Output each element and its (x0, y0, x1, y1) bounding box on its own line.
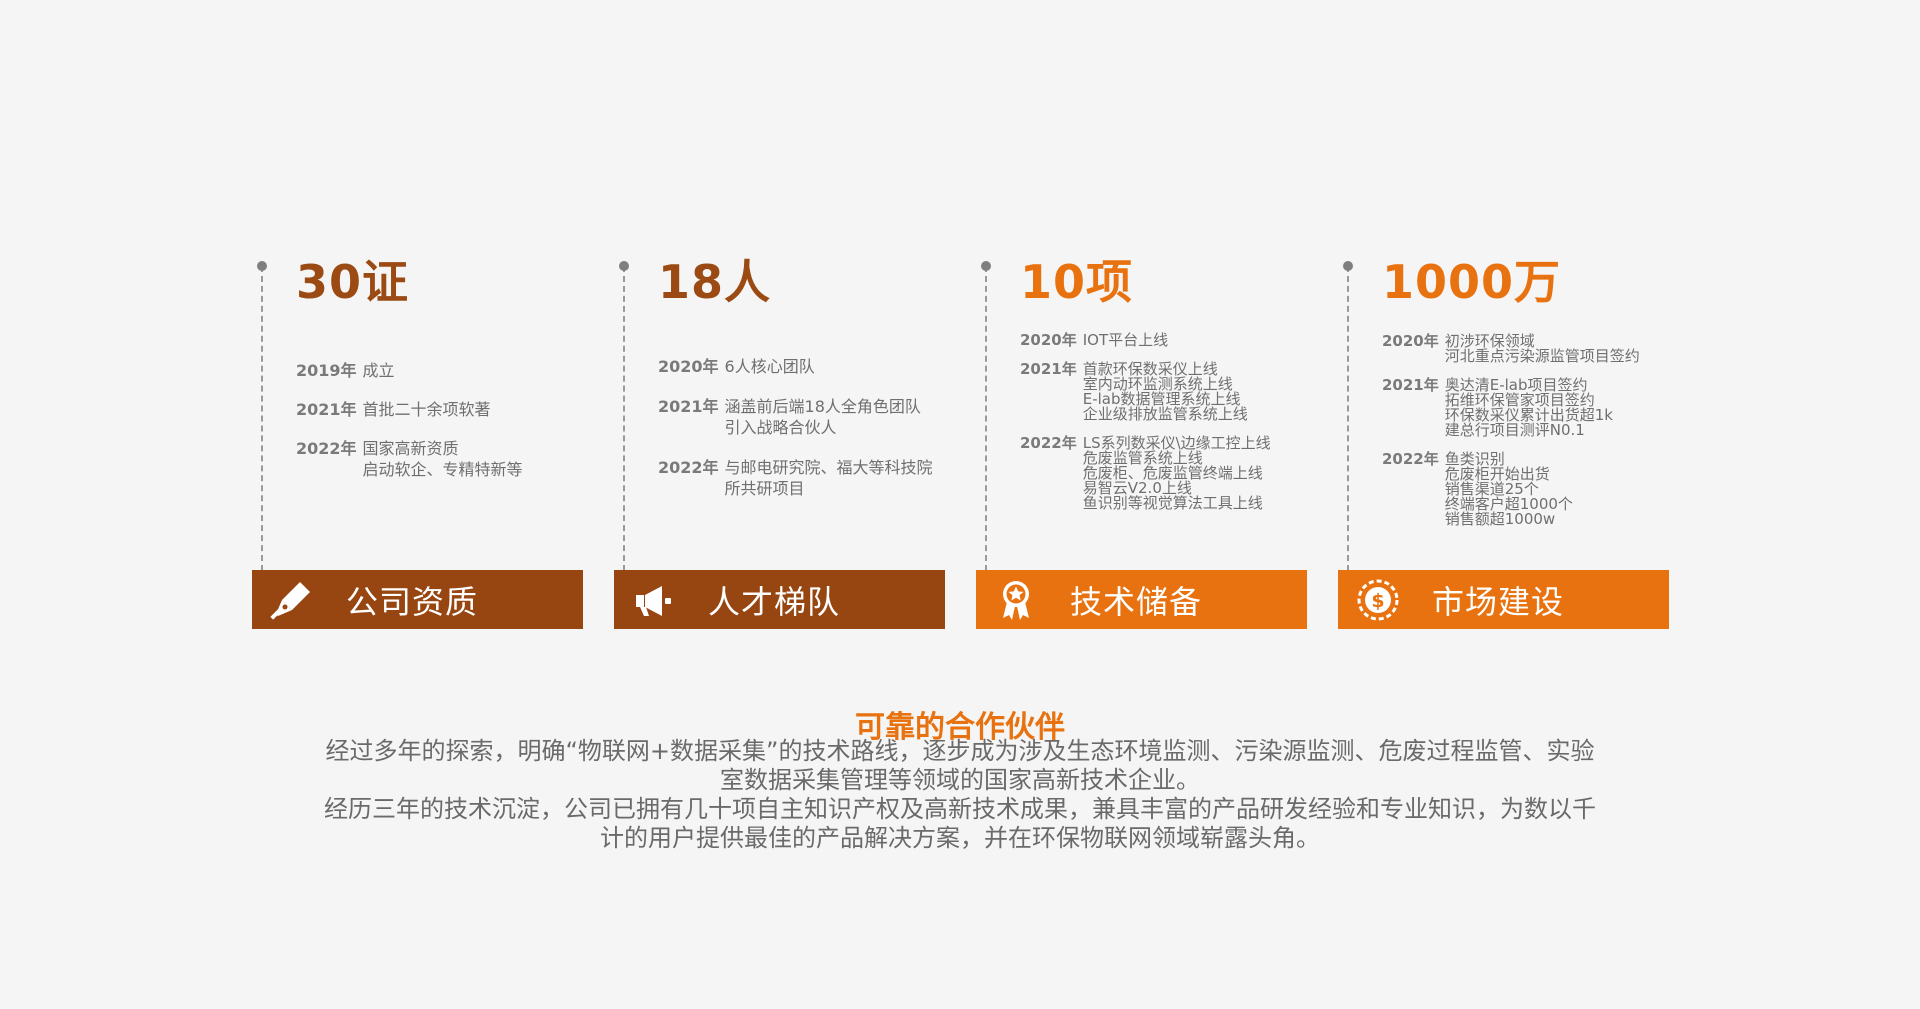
timeline-entries: 2020年 6人核心团队 2021年 涵盖前后端18人全角色团队 引入战略合伙人… (658, 356, 958, 499)
timeline-column-qualification: 30证 2019年 成立 2021年 首批二十余项软著 2022年 国家高新资质… (252, 256, 583, 629)
timeline-entry: 2022年 鱼类识别 危废柜开始出货 销售渠道25个 终端客户超1000个 销售… (1382, 452, 1682, 527)
entry-line: 引入战略合伙人 (724, 418, 837, 437)
timeline-dot (1343, 261, 1353, 271)
entry-line: 河北重点污染源监管项目签约 (1444, 347, 1640, 365)
entry-line: 建总行项目测评N0.1 (1444, 421, 1585, 439)
timeline-dot (619, 261, 629, 271)
entry-line: 所共研项目 (724, 479, 805, 498)
entry-year: 2020年 (658, 357, 719, 376)
award-ribbon-icon (992, 576, 1040, 624)
pen-nib-icon (268, 576, 316, 624)
entry-line: 启动软企、专精特新等 (362, 460, 523, 479)
category-band-qualification: 公司资质 (252, 570, 583, 629)
stat-value: 18人 (658, 255, 772, 309)
entry-line: 成立 (362, 361, 395, 380)
entry-year: 2021年 (1382, 376, 1439, 394)
entry-year: 2020年 (1020, 331, 1077, 349)
timeline-dashed-line (623, 266, 625, 571)
entry-line: 鱼识别等视觉算法工具上线 (1082, 494, 1263, 512)
entry-year: 2021年 (296, 400, 357, 419)
timeline-column-technology: 10项 2020年 IOT平台上线 2021年 首款环保数采仪上线 室内动环监测… (976, 256, 1307, 629)
timeline-entry: 2022年 与邮电研究院、福大等科技院 所共研项目 (658, 457, 958, 499)
band-label: 人才梯队 (708, 582, 841, 621)
stat-value: 10项 (1020, 255, 1134, 309)
entry-year: 2022年 (1020, 434, 1077, 452)
timeline-dot (257, 261, 267, 271)
timeline-entries: 2020年 初涉环保领域 河北重点污染源监管项目签约 2021年 奥达清E-la… (1382, 334, 1682, 527)
category-band-technology: 技术储备 (976, 570, 1307, 629)
entry-line: 国家高新资质 (362, 439, 459, 458)
entry-year: 2022年 (658, 458, 719, 477)
entry-line: 销售额超1000w (1444, 510, 1556, 528)
timeline-entry: 2022年 国家高新资质 启动软企、专精特新等 (296, 438, 596, 480)
entry-year: 2019年 (296, 361, 357, 380)
timeline-dashed-line (1347, 266, 1349, 571)
entry-line: 6人核心团队 (724, 357, 815, 376)
entry-year: 2021年 (1020, 360, 1077, 378)
timeline-column-talent: 18人 2020年 6人核心团队 2021年 涵盖前后端18人全角色团队 引入战… (614, 256, 945, 629)
timeline-entries: 2019年 成立 2021年 首批二十余项软著 2022年 国家高新资质 启动软… (296, 360, 596, 480)
entry-year: 2021年 (658, 397, 719, 416)
band-label: 市场建设 (1432, 582, 1565, 621)
timeline-entry: 2021年 涵盖前后端18人全角色团队 引入战略合伙人 (658, 396, 958, 438)
timeline-dot (981, 261, 991, 271)
timeline-entry: 2021年 奥达清E-lab项目签约 拓维环保管家项目签约 环保数采仪累计出货超… (1382, 378, 1682, 438)
paragraph-line: 室数据采集管理等领域的国家高新技术企业。 (720, 766, 1200, 794)
entry-line: 首批二十余项软著 (362, 400, 491, 419)
timeline-entry: 2021年 首批二十余项软著 (296, 399, 596, 420)
entry-line: 涵盖前后端18人全角色团队 (724, 397, 921, 416)
band-label: 公司资质 (346, 582, 479, 621)
entry-year: 2022年 (1382, 450, 1439, 468)
timeline-entry: 2021年 首款环保数采仪上线 室内动环监测系统上线 E-lab数据管理系统上线… (1020, 362, 1320, 422)
timeline-entry: 2020年 初涉环保领域 河北重点污染源监管项目签约 (1382, 334, 1682, 364)
entry-line: IOT平台上线 (1082, 331, 1169, 349)
timeline-dashed-line (261, 266, 263, 571)
entry-line: 与邮电研究院、福大等科技院 (724, 458, 933, 477)
category-band-market: $ 市场建设 (1338, 570, 1669, 629)
paragraph-line: 经过多年的探索，明确“物联网+数据采集”的技术路线，逐步成为涉及生态环境监测、污… (325, 737, 1595, 765)
timeline-entry: 2020年 6人核心团队 (658, 356, 958, 377)
paragraph-line: 计的用户提供最佳的产品解决方案，并在环保物联网领域崭露头角。 (600, 824, 1320, 852)
megaphone-icon (630, 576, 678, 624)
timeline-entry: 2022年 LS系列数采仪\边缘工控上线 危废监管系统上线 危废柜、危废监管终端… (1020, 436, 1320, 511)
paragraph-line: 经历三年的技术沉淀，公司已拥有几十项自主知识产权及高新技术成果，兼具丰富的产品研… (324, 795, 1596, 823)
category-band-talent: 人才梯队 (614, 570, 945, 629)
entry-year: 2020年 (1382, 332, 1439, 350)
stat-value: 1000万 (1382, 255, 1562, 309)
timeline-entries: 2020年 IOT平台上线 2021年 首款环保数采仪上线 室内动环监测系统上线… (1020, 333, 1320, 511)
timeline-entry: 2019年 成立 (296, 360, 596, 381)
section-paragraph: 经过多年的探索，明确“物联网+数据采集”的技术路线，逐步成为涉及生态环境监测、污… (260, 737, 1660, 853)
timeline-entry: 2020年 IOT平台上线 (1020, 333, 1320, 348)
entry-line: 企业级排放监管系统上线 (1082, 405, 1248, 423)
entry-year: 2022年 (296, 439, 357, 458)
band-label: 技术储备 (1070, 582, 1203, 621)
dollar-coin-icon: $ (1354, 576, 1402, 624)
svg-text:$: $ (1371, 590, 1384, 612)
stat-value: 30证 (296, 255, 410, 309)
timeline-column-market: 1000万 2020年 初涉环保领域 河北重点污染源监管项目签约 2021年 奥… (1338, 256, 1669, 629)
timeline-dashed-line (985, 266, 987, 571)
